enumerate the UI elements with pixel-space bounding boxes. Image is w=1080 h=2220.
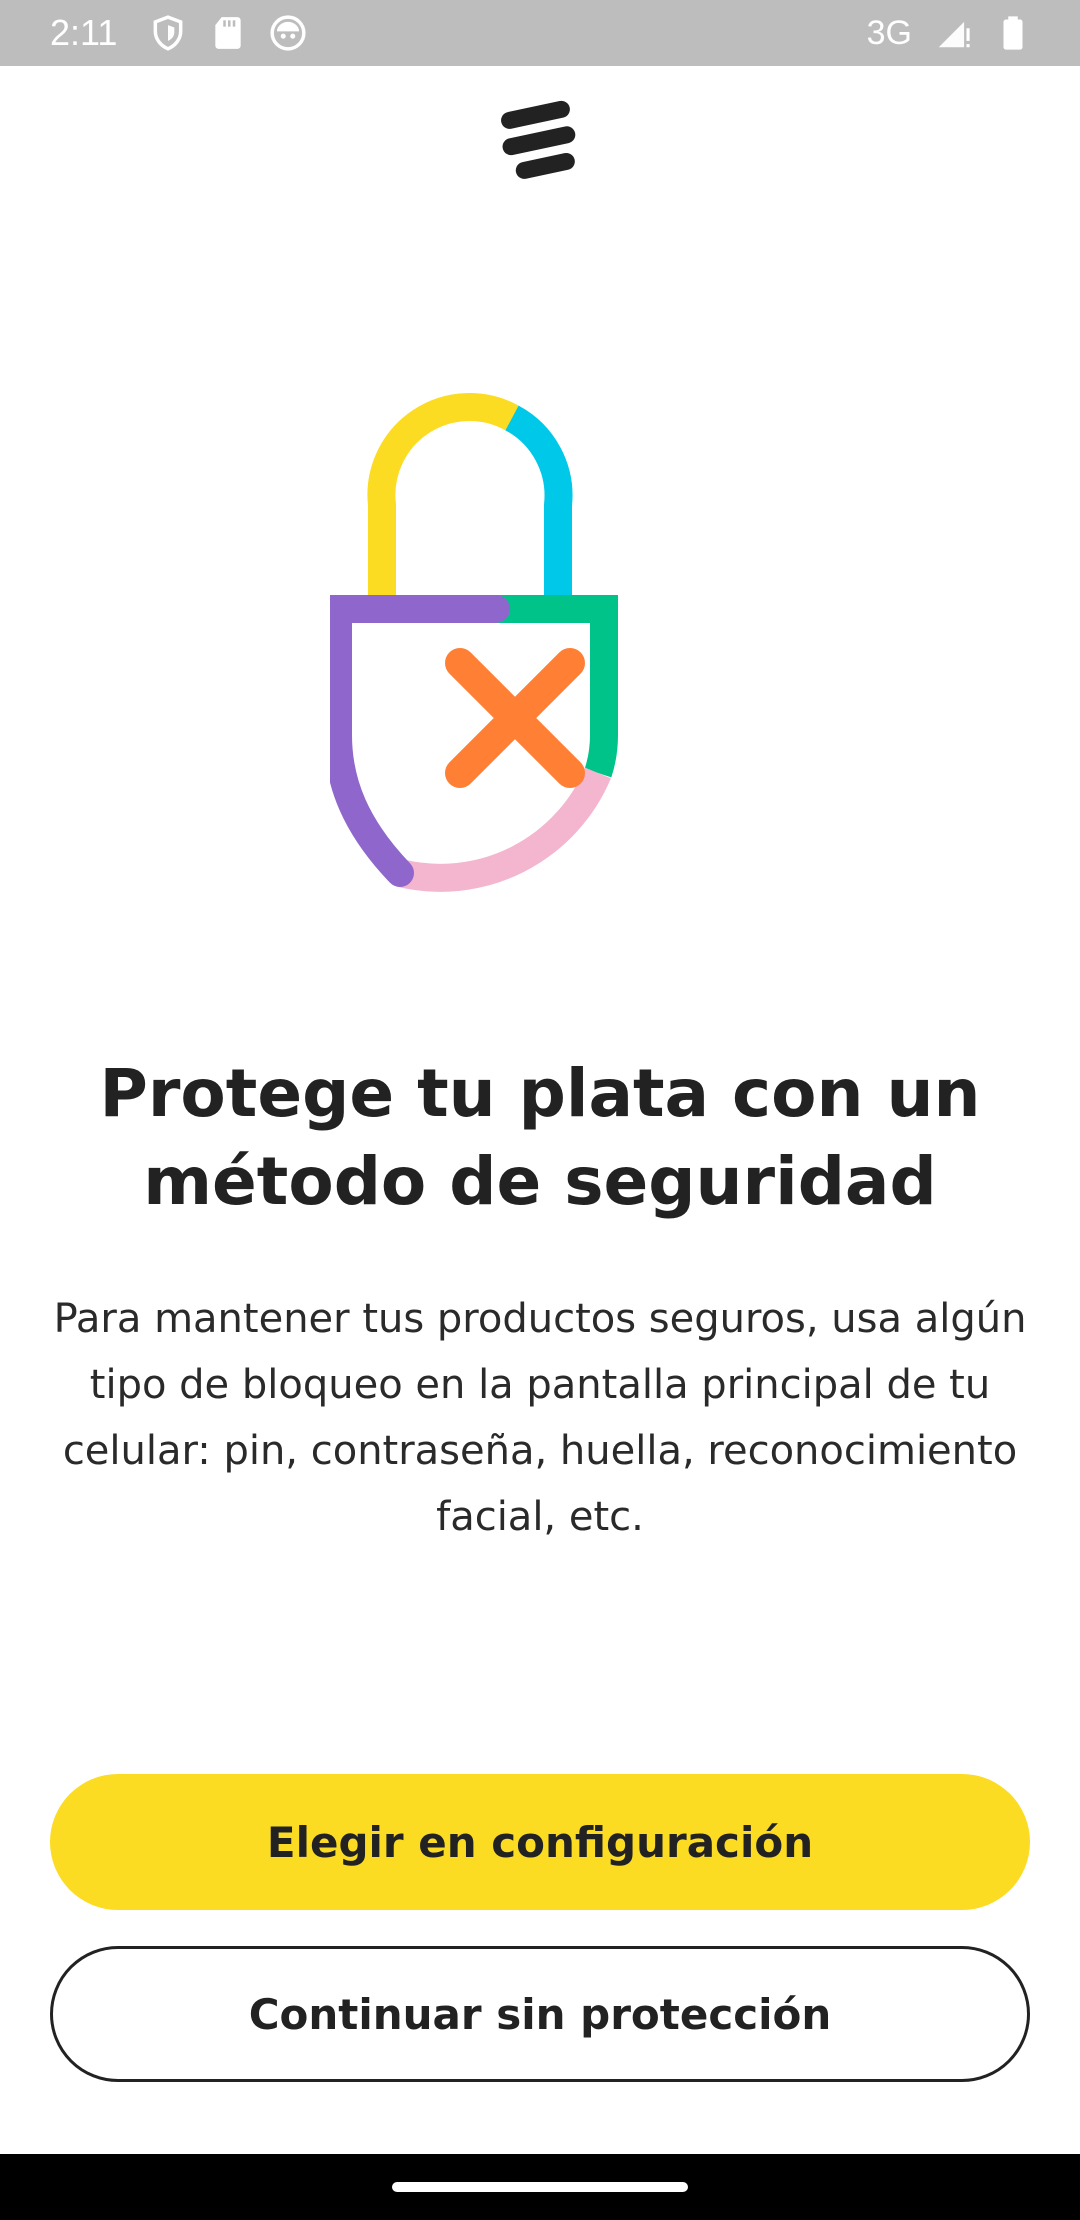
network-type: 3G xyxy=(866,13,912,52)
page-description: Para mantener tus productos seguros, usa… xyxy=(53,1296,1027,1540)
navigation-bar xyxy=(0,2154,1080,2220)
robot-icon xyxy=(270,15,306,51)
status-right: 3G xyxy=(867,14,1032,53)
battery-icon xyxy=(1003,16,1023,50)
shield-icon xyxy=(153,15,183,51)
page-title: Protege tu plata con un método de seguri… xyxy=(99,1055,981,1220)
sd-card-icon xyxy=(215,17,242,49)
continue-without-protection-button[interactable]: Continuar sin protección xyxy=(50,1946,1030,2082)
signal-icon xyxy=(938,21,970,48)
status-time: 2:11 xyxy=(50,12,118,53)
choose-settings-button[interactable]: Elegir en configuración xyxy=(50,1774,1030,1910)
brand-logo-icon xyxy=(501,100,576,179)
home-gesture-handle[interactable] xyxy=(392,2182,688,2192)
padlock-with-x-icon xyxy=(330,393,618,892)
status-left: 2:11 xyxy=(50,12,307,54)
status-bar: 2:11 3G xyxy=(0,0,1080,66)
